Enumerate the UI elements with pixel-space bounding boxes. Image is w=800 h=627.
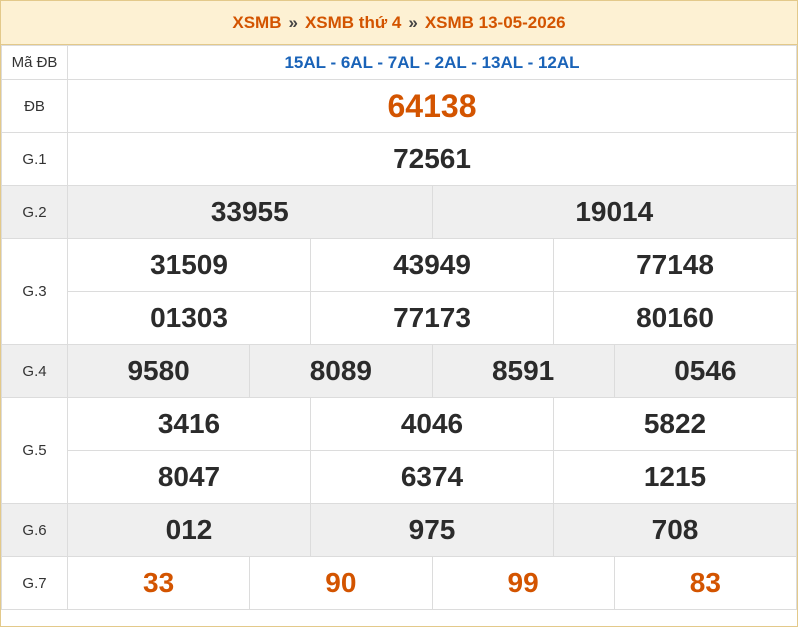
prize-number: 33955 bbox=[67, 185, 433, 239]
prize-number: 012 bbox=[67, 503, 311, 557]
row-label: G.4 bbox=[1, 344, 68, 398]
row-label: Mã ĐB bbox=[1, 45, 68, 80]
prize-number: 8047 bbox=[67, 450, 311, 504]
prize-number: 8591 bbox=[431, 344, 615, 398]
row-label: G.3 bbox=[1, 238, 68, 345]
row-prize-db: ĐB 64138 bbox=[1, 79, 797, 133]
row-prize-g2: G.2 33955 19014 bbox=[1, 185, 797, 239]
row-label: G.2 bbox=[1, 185, 68, 239]
breadcrumb-link-weekday[interactable]: XSMB thứ 4 bbox=[305, 13, 401, 33]
row-label: G.7 bbox=[1, 556, 68, 610]
row-label: G.5 bbox=[1, 397, 68, 504]
breadcrumb-separator: » bbox=[288, 12, 298, 32]
breadcrumb-link-date[interactable]: XSMB 13-05-2026 bbox=[425, 13, 566, 33]
row-prize-g1: G.1 72561 bbox=[1, 132, 797, 186]
prize-number: 33 bbox=[66, 556, 251, 610]
prize-number: 0546 bbox=[613, 344, 798, 398]
prize-number: 708 bbox=[553, 503, 797, 557]
prize-number: 01303 bbox=[67, 291, 311, 345]
row-prize-g3: 01303 77173 80160 bbox=[2, 291, 797, 345]
breadcrumb: XSMB » XSMB thứ 4 » XSMB 13-05-2026 bbox=[1, 1, 797, 45]
prize-number: 64138 bbox=[67, 79, 797, 133]
prize-number: 83 bbox=[613, 556, 798, 610]
prize-number: 975 bbox=[310, 503, 554, 557]
prize-number: 19014 bbox=[431, 185, 797, 239]
prize-number: 90 bbox=[249, 556, 433, 610]
prize-number: 72561 bbox=[67, 132, 797, 186]
row-prize-g5: G.5 3416 4046 5822 bbox=[1, 397, 797, 504]
prize-number: 77148 bbox=[553, 238, 797, 292]
row-label: G.6 bbox=[1, 503, 68, 557]
row-prize-g3: G.3 31509 43949 77148 bbox=[1, 238, 797, 345]
row-prize-g4: G.4 9580 8089 8591 0546 bbox=[1, 344, 798, 398]
prize-number: 4046 bbox=[310, 397, 554, 451]
prize-number: 3416 bbox=[67, 397, 311, 451]
results-table: Mã ĐB 15AL - 6AL - 7AL - 2AL - 13AL - 12… bbox=[1, 45, 798, 610]
special-code-value: 15AL - 6AL - 7AL - 2AL - 13AL - 12AL bbox=[67, 45, 797, 80]
prize-number: 43949 bbox=[310, 238, 554, 292]
row-prize-g6: G.6 012 975 708 bbox=[1, 503, 797, 557]
row-label: ĐB bbox=[1, 79, 68, 133]
breadcrumb-link-xsmb[interactable]: XSMB bbox=[232, 13, 281, 33]
prize-number: 1215 bbox=[553, 450, 797, 504]
prize-number: 5822 bbox=[553, 397, 797, 451]
prize-number: 99 bbox=[431, 556, 615, 610]
breadcrumb-separator: » bbox=[408, 12, 418, 32]
lottery-result-panel: XSMB » XSMB thứ 4 » XSMB 13-05-2026 Mã Đ… bbox=[0, 0, 798, 627]
row-label: G.1 bbox=[1, 132, 68, 186]
prize-number: 9580 bbox=[66, 344, 251, 398]
prize-number: 31509 bbox=[67, 238, 311, 292]
row-prize-g7: G.7 33 90 99 83 bbox=[1, 556, 798, 610]
prize-number: 80160 bbox=[553, 291, 797, 345]
row-prize-g5: 8047 6374 1215 bbox=[2, 450, 797, 504]
prize-number: 77173 bbox=[310, 291, 554, 345]
row-special-code: Mã ĐB 15AL - 6AL - 7AL - 2AL - 13AL - 12… bbox=[1, 45, 797, 80]
prize-number: 8089 bbox=[249, 344, 433, 398]
prize-number: 6374 bbox=[310, 450, 554, 504]
